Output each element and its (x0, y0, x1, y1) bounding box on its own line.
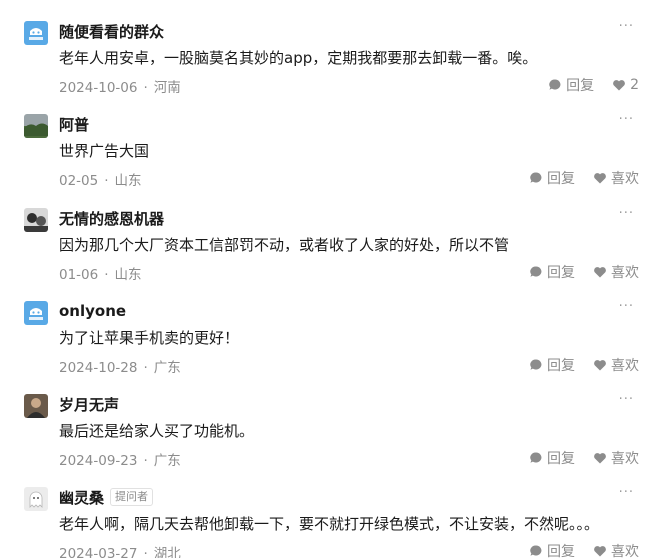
separator-dot: · (143, 546, 148, 558)
reply-label: 回复 (566, 78, 595, 94)
comment-actions: 回复 喜欢 (529, 355, 639, 375)
like-button[interactable]: 喜欢 (593, 262, 639, 282)
bot-avatar-icon[interactable] (24, 21, 48, 45)
comment-text: 老年人用安卓，一股脑莫名其妙的app，定期我都要那去卸载一番。唉。 (59, 49, 538, 67)
reply-button[interactable]: 回复 (529, 541, 575, 558)
reply-label: 回复 (547, 451, 575, 467)
reply-button[interactable]: 回复 (529, 355, 575, 375)
reply-bubble-icon (530, 266, 542, 277)
like-label: 喜欢 (611, 265, 639, 281)
comment-item: 随便看看的群众 ··· 老年人用安卓，一股脑莫名其妙的app，定期我都要那去卸载… (0, 12, 650, 105)
like-label: 喜欢 (611, 358, 639, 374)
comment-date: 2024-03-27 (59, 546, 138, 558)
more-options-icon[interactable]: ··· (619, 19, 634, 34)
more-options-icon[interactable]: ··· (619, 392, 634, 407)
comment-location: 山东 (114, 173, 142, 189)
like-label: 喜欢 (611, 171, 639, 187)
like-button[interactable]: 喜欢 (593, 448, 639, 468)
reply-button[interactable]: 回复 (529, 262, 575, 282)
more-options-icon[interactable]: ··· (619, 299, 634, 314)
comment-date: 01-06 (59, 267, 99, 283)
reply-label: 回复 (547, 544, 575, 558)
reply-bubble-icon (549, 79, 561, 90)
like-button[interactable]: 喜欢 (593, 355, 639, 375)
separator-dot: · (104, 267, 109, 283)
user-name[interactable]: 幽灵桑 (59, 487, 104, 508)
heart-icon (594, 546, 606, 557)
comment-meta: 2024-10-28 · 广东 (59, 356, 181, 376)
comment-actions: 回复 喜欢 (529, 168, 639, 188)
separator-dot: · (143, 80, 148, 96)
comment-location: 广东 (153, 360, 181, 376)
user-name[interactable]: onlyone (59, 302, 126, 320)
user-name[interactable]: 岁月无声 (59, 394, 119, 415)
comment-meta: 2024-10-06 · 河南 (59, 76, 181, 96)
reply-label: 回复 (547, 265, 575, 281)
like-label: 喜欢 (611, 544, 639, 558)
separator-dot: · (143, 360, 148, 376)
reply-button[interactable]: 回复 (529, 448, 575, 468)
comment-item: 岁月无声 ··· 最后还是给家人买了功能机。 2024-09-23 · 广东 回复 … (0, 385, 650, 478)
comment-location: 河南 (153, 80, 181, 96)
heart-icon (594, 267, 606, 278)
comment-location: 广东 (153, 453, 181, 469)
reply-bubble-icon (530, 359, 542, 370)
photo-avatar[interactable] (24, 208, 48, 232)
reply-button[interactable]: 回复 (548, 75, 594, 95)
comment-text: 世界广告大国 (59, 142, 150, 160)
comment-item: 阿普 ··· 世界广告大国 02-05 · 山东 回复 喜欢 (0, 105, 650, 198)
heart-icon (594, 453, 606, 464)
reply-label: 回复 (547, 358, 575, 374)
comment-meta: 2024-03-27 · 湖北 (59, 542, 181, 558)
user-name[interactable]: 随便看看的群众 (59, 21, 164, 42)
like-label: 喜欢 (611, 451, 639, 467)
landscape-avatar[interactable] (24, 114, 48, 138)
like-button[interactable]: 喜欢 (593, 541, 639, 558)
comment-item: 无情的感恩机器 ··· 因为那几个大厂资本工信部罚不动，或者收了人家的好处，所以… (0, 199, 650, 292)
comment-date: 2024-09-23 (59, 453, 138, 469)
comment-text: 为了让苹果手机卖的更好！ (59, 329, 240, 347)
reply-bubble-icon (530, 545, 542, 556)
heart-icon (594, 360, 606, 371)
comment-actions: 回复 喜欢 (529, 541, 639, 558)
comment-location: 山东 (114, 267, 142, 283)
comment-actions: 回复 2 (548, 75, 639, 95)
comment-meta: 02-05 · 山东 (59, 169, 142, 189)
comment-text: 老年人啊，隔几天去帮他卸载一下，要不就打开绿色模式，不让安装，不然呢。。。 (59, 515, 600, 533)
more-options-icon[interactable]: ··· (619, 485, 634, 500)
comment-meta: 2024-09-23 · 广东 (59, 449, 181, 469)
comment-location: 湖北 (153, 546, 181, 558)
separator-dot: · (143, 453, 148, 469)
comment-date: 2024-10-28 (59, 360, 138, 376)
comment-date: 2024-10-06 (59, 80, 138, 96)
comment-list: 随便看看的群众 ··· 老年人用安卓，一股脑莫名其妙的app，定期我都要那去卸载… (0, 0, 650, 558)
like-label: 2 (630, 77, 639, 93)
comment-item: onlyone ··· 为了让苹果手机卖的更好！ 2024-10-28 · 广东 回… (0, 292, 650, 385)
comment-date: 02-05 (59, 173, 99, 189)
asker-badge: 提问者 (110, 488, 154, 506)
comment-text: 最后还是给家人买了功能机。 (59, 422, 255, 440)
user-name[interactable]: 无情的感恩机器 (59, 208, 164, 229)
reply-button[interactable]: 回复 (529, 168, 575, 188)
more-options-icon[interactable]: ··· (619, 112, 634, 127)
ghost-avatar[interactable] (24, 487, 48, 511)
reply-bubble-icon (530, 452, 542, 463)
comment-actions: 回复 喜欢 (529, 262, 639, 282)
comment-text: 因为那几个大厂资本工信部罚不动，或者收了人家的好处，所以不管 (59, 236, 510, 254)
reply-label: 回复 (547, 171, 575, 187)
more-options-icon[interactable]: ··· (619, 206, 634, 221)
like-button[interactable]: 2 (612, 77, 639, 93)
like-button[interactable]: 喜欢 (593, 168, 639, 188)
comment-actions: 回复 喜欢 (529, 448, 639, 468)
comment-item: 幽灵桑 提问者 ··· 老年人啊，隔几天去帮他卸载一下，要不就打开绿色模式，不让… (0, 478, 650, 558)
heart-icon (613, 80, 625, 91)
bot-avatar-icon[interactable] (24, 301, 48, 325)
comment-meta: 01-06 · 山东 (59, 263, 142, 283)
reply-bubble-icon (530, 172, 542, 183)
separator-dot: · (104, 173, 109, 189)
user-name[interactable]: 阿普 (59, 114, 89, 135)
heart-icon (594, 173, 606, 184)
portrait-avatar[interactable] (24, 394, 48, 418)
